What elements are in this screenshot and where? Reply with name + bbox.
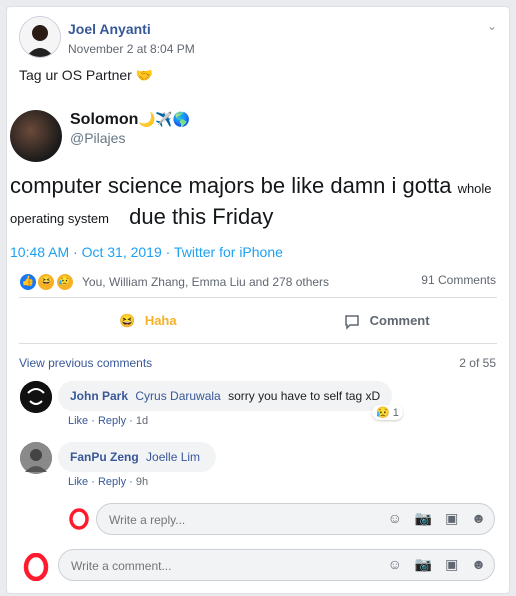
tweet-footer: 10:48 AM · Oct 31, 2019 · Twitter for iP… xyxy=(10,244,283,260)
comment-tag[interactable]: Cyrus Daruwala xyxy=(135,389,220,403)
tweet-author-name[interactable]: Solomon xyxy=(70,111,138,129)
haha-icon: 😆 xyxy=(119,313,136,328)
divider xyxy=(19,297,497,298)
commenter-avatar[interactable] xyxy=(20,381,52,413)
author-avatar[interactable] xyxy=(20,17,60,57)
comment-tools: ☺ 📷 ▣ ☻ xyxy=(379,556,486,573)
comment-time[interactable]: 9h xyxy=(136,476,148,488)
comment-bubble: FanPu Zeng Joelle Lim xyxy=(58,442,217,472)
tweet-via[interactable]: Twitter for iPhone xyxy=(174,244,283,260)
tweet-time[interactable]: 10:48 AM · Oct 31, 2019 xyxy=(10,244,162,260)
opera-avatar-icon xyxy=(68,508,90,530)
comment-reply-link[interactable]: Reply xyxy=(98,476,126,488)
comment-like-link[interactable]: Like xyxy=(68,476,88,488)
comment-reaction-count: 1 xyxy=(392,407,399,419)
comments-position: 2 of 55 xyxy=(459,356,496,370)
sad-reaction-icon: 😥 xyxy=(376,407,390,419)
comment-time[interactable]: 1d xyxy=(136,415,148,427)
reply-field: ☺ 📷 ▣ ☻ xyxy=(96,503,495,536)
comment-button[interactable]: Comment xyxy=(344,305,430,337)
comment-author[interactable]: John Park xyxy=(70,389,128,403)
tweet-line2-large: due this Friday xyxy=(129,204,274,229)
comment-reaction-badge[interactable]: 😥 1 xyxy=(372,405,403,420)
opera-avatar-icon xyxy=(22,552,50,582)
view-previous-comments-link[interactable]: View previous comments xyxy=(19,356,152,370)
camera-icon[interactable]: 📷 xyxy=(415,556,432,572)
comments-count[interactable]: 91 Comments xyxy=(421,273,496,287)
tweet-embed[interactable]: Solomon 🌙✈️🌎 @Pilajes computer science m… xyxy=(7,98,509,265)
post-timestamp[interactable]: November 2 at 8:04 PM xyxy=(68,42,195,56)
sticker-icon[interactable]: ☻ xyxy=(471,556,486,572)
comment-actions: Like · Reply · 1d xyxy=(68,415,149,427)
reply-input[interactable] xyxy=(107,504,351,536)
tweet-separator: · xyxy=(165,244,174,260)
sticker-icon[interactable]: ☻ xyxy=(471,510,486,526)
comment-like-link[interactable]: Like xyxy=(68,415,88,427)
haha-label: Haha xyxy=(144,313,177,328)
action-bar: 😆 Haha Comment xyxy=(19,305,497,337)
comment-author[interactable]: FanPu Zeng xyxy=(70,450,139,464)
gif-icon[interactable]: ▣ xyxy=(445,556,458,572)
tweet-line2-small: operating system xyxy=(10,210,109,226)
comment-icon xyxy=(344,313,364,330)
post-card: Joel Anyanti November 2 at 8:04 PM ⌄ Tag… xyxy=(7,7,509,593)
camera-icon[interactable]: 📷 xyxy=(415,510,432,526)
tweet-handle[interactable]: @Pilajes xyxy=(70,130,125,146)
reactions-summary[interactable]: 👍 😆 😥 You, William Zhang, Emma Liu and 2… xyxy=(19,273,329,291)
divider xyxy=(19,343,497,344)
haha-reaction-icon: 😆 xyxy=(37,273,56,291)
post-text-content: Tag ur OS Partner xyxy=(19,67,132,83)
tweet-line-1: computer science majors be like damn i g… xyxy=(10,173,492,199)
comment-reply-link[interactable]: Reply xyxy=(98,415,126,427)
comment-tag[interactable]: Joelle Lim xyxy=(146,450,200,464)
emoji-icon[interactable]: ☺ xyxy=(388,510,402,526)
reactions-text[interactable]: You, William Zhang, Emma Liu and 278 oth… xyxy=(82,275,329,289)
sad-reaction-icon: 😥 xyxy=(55,273,74,291)
comment-input[interactable] xyxy=(69,550,313,582)
post-text: Tag ur OS Partner 🤝 xyxy=(19,67,153,84)
tweet-line-2: operating system due this Friday xyxy=(10,204,273,230)
comment-label: Comment xyxy=(369,313,430,328)
author-name[interactable]: Joel Anyanti xyxy=(68,21,151,37)
comment-actions: Like · Reply · 9h xyxy=(68,476,149,488)
reply-tools: ☺ 📷 ▣ ☻ xyxy=(379,510,486,527)
chevron-down-icon[interactable]: ⌄ xyxy=(487,19,497,33)
tweet-avatar[interactable] xyxy=(10,110,62,162)
tweet-line1-large: computer science majors be like damn i g… xyxy=(10,173,452,198)
tweet-line1-small: whole xyxy=(457,181,492,196)
comment-field: ☺ 📷 ▣ ☻ xyxy=(58,549,495,582)
comment-bubble: John Park Cyrus Daruwala sorry you have … xyxy=(58,381,393,411)
handshake-emoji: 🤝 xyxy=(135,67,154,83)
commenter-avatar[interactable] xyxy=(20,442,52,474)
gif-icon[interactable]: ▣ xyxy=(445,510,458,526)
haha-button[interactable]: 😆 Haha xyxy=(119,305,177,337)
emoji-icon[interactable]: ☺ xyxy=(388,556,402,572)
like-reaction-icon: 👍 xyxy=(19,273,37,291)
tweet-name-emojis: 🌙✈️🌎 xyxy=(138,111,191,127)
comment-text: sorry you have to self tag xD xyxy=(228,389,381,403)
